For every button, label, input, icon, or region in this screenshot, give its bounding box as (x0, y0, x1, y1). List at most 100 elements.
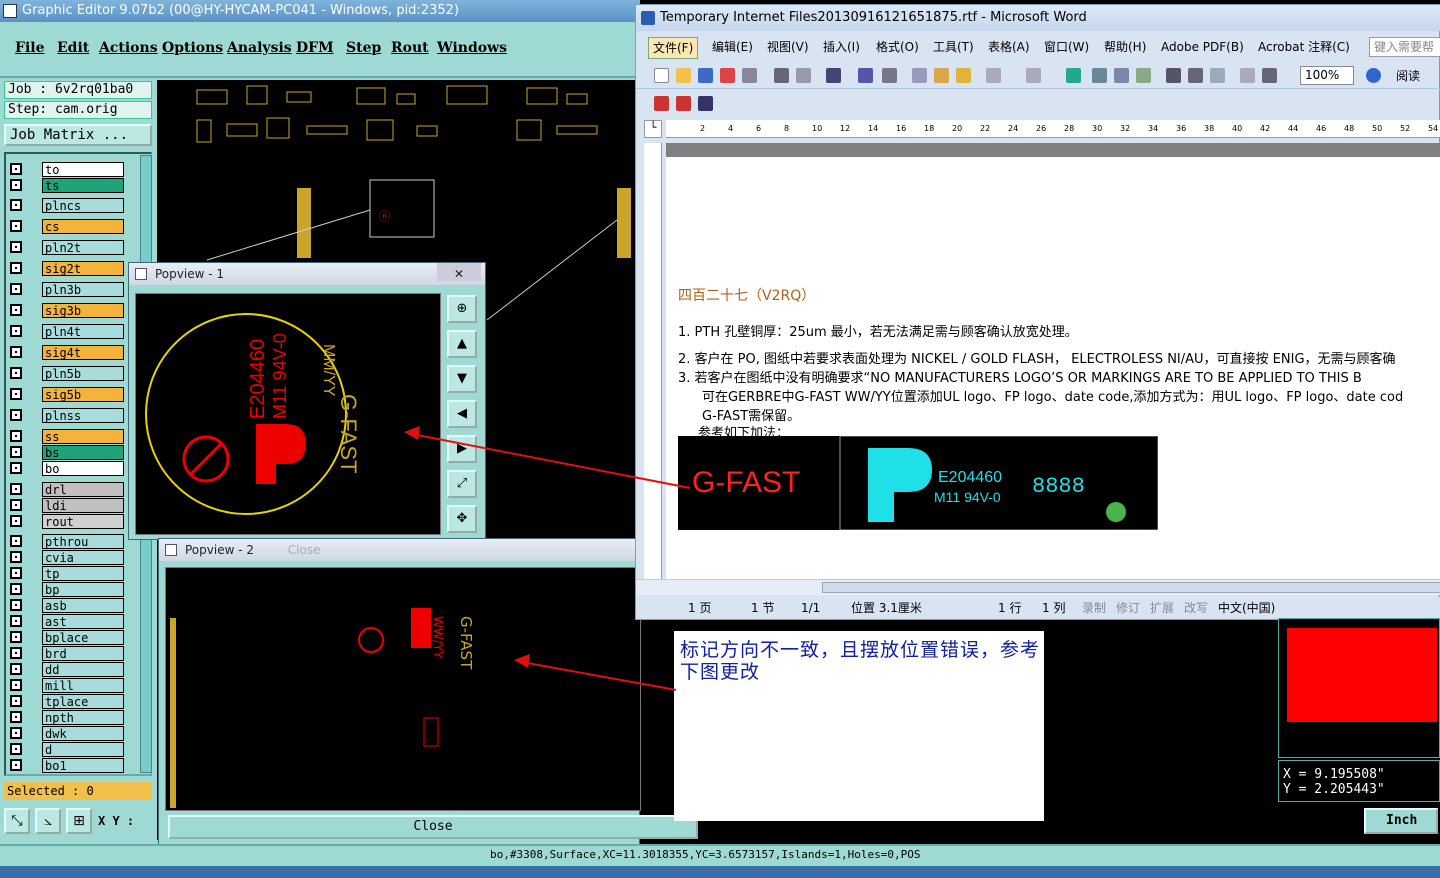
zoom-tool-button[interactable]: ⤡ (4, 808, 30, 834)
print-icon[interactable] (774, 68, 789, 83)
layer-checkbox[interactable] (10, 615, 22, 627)
layer-name[interactable]: drl (42, 482, 124, 497)
layer-row-ss[interactable]: ss (8, 429, 128, 444)
format-painter-icon[interactable] (956, 68, 971, 83)
reading-mode-button[interactable]: 阅读 (1396, 67, 1420, 84)
layer-checkbox[interactable] (10, 283, 22, 295)
layer-checkbox[interactable] (10, 388, 22, 400)
layer-row-sig5b[interactable]: sig5b (8, 387, 128, 402)
layer-row-tplace[interactable]: tplace (8, 694, 128, 709)
job-matrix-button[interactable]: Job Matrix ... (4, 124, 152, 146)
layer-name[interactable]: to (42, 162, 124, 177)
menu-actions-label[interactable]: Actions (99, 40, 158, 56)
layer-name[interactable]: sig2t (42, 261, 124, 276)
layer-name[interactable]: pln5b (42, 366, 124, 381)
new-icon[interactable] (654, 68, 669, 83)
menu-dfm-label[interactable]: DFM (296, 40, 334, 56)
menu-rout-label[interactable]: Rout (391, 40, 429, 56)
layer-row-tp[interactable]: tp (8, 566, 128, 581)
layer-checkbox[interactable] (10, 567, 22, 579)
layer-row-plncs[interactable]: plncs (8, 198, 128, 213)
layer-checkbox[interactable] (10, 499, 22, 511)
layer-row-pln5b[interactable]: pln5b (8, 366, 128, 381)
menu-analysis-label[interactable]: Analysis (227, 40, 292, 56)
layer-checkbox[interactable] (10, 759, 22, 771)
layer-name[interactable]: tplace (42, 694, 124, 709)
layer-name[interactable]: pln2t (42, 240, 124, 255)
layer-name[interactable]: cvia (42, 550, 124, 565)
layer-row-ts[interactable]: ts (8, 178, 128, 193)
status-extend[interactable]: 扩展 (1150, 597, 1174, 619)
layer-name[interactable]: mill (42, 678, 124, 693)
paste-icon[interactable] (934, 68, 949, 83)
word-help-search[interactable]: 键入需要帮助 (1369, 37, 1440, 57)
menu-rout[interactable]: Rout (391, 40, 429, 56)
layer-checkbox[interactable] (10, 631, 22, 643)
layer-checkbox[interactable] (10, 679, 22, 691)
layer-row-bs[interactable]: bs (8, 445, 128, 460)
zoom-select[interactable]: 100% (1300, 66, 1354, 85)
word-menu-table[interactable]: 表格(A) (988, 35, 1030, 59)
copy-icon[interactable] (912, 68, 927, 83)
tab-selector[interactable]: └ (644, 120, 662, 138)
status-record[interactable]: 录制 (1082, 597, 1106, 619)
layer-checkbox[interactable] (10, 727, 22, 739)
layer-row-cs[interactable]: cs (8, 219, 128, 234)
popview-1-close-icon[interactable]: ✕ (437, 263, 481, 281)
layer-checkbox[interactable] (10, 551, 22, 563)
layer-checkbox[interactable] (10, 663, 22, 675)
menu-file[interactable]: File (15, 40, 44, 56)
word-menu-adobe-pdf[interactable]: Adobe PDF(B) (1161, 35, 1244, 59)
permission-icon[interactable] (720, 68, 735, 83)
layer-checkbox[interactable] (10, 325, 22, 337)
layer-row-to[interactable]: to (8, 162, 128, 177)
layer-checkbox[interactable] (10, 199, 22, 211)
word-menu-edit[interactable]: 编辑(E) (712, 35, 753, 59)
measure-tool-button[interactable]: ⦣ (35, 808, 61, 834)
layer-row-dwk[interactable]: dwk (8, 726, 128, 741)
popview-2-canvas[interactable]: WW/YY G-FAST (165, 567, 641, 811)
layer-name[interactable]: rout (42, 514, 124, 529)
layer-row-bp[interactable]: bp (8, 582, 128, 597)
document-page[interactable]: 四百二十七（V2RQ） 1. PTH 孔壁铜厚：25um 最小，若无法满足需与顾… (666, 143, 1440, 579)
popview-zoom-out-button[interactable]: ✥ (447, 505, 477, 533)
redo-icon[interactable] (1026, 68, 1041, 83)
pdf-convert-icon[interactable] (654, 96, 669, 111)
layer-row-sig3b[interactable]: sig3b (8, 303, 128, 318)
menu-analysis[interactable]: Analysis (227, 40, 292, 56)
layer-row-plnss[interactable]: plnss (8, 408, 128, 423)
layer-name[interactable]: bo (42, 461, 124, 476)
layer-name[interactable]: plnss (42, 408, 124, 423)
layer-row-asb[interactable]: asb (8, 598, 128, 613)
layer-row-sig2t[interactable]: sig2t (8, 261, 128, 276)
document-map-icon[interactable] (1210, 68, 1225, 83)
menu-dfm[interactable]: DFM (296, 40, 334, 56)
layer-row-brd[interactable]: brd (8, 646, 128, 661)
save-icon[interactable] (698, 68, 713, 83)
units-select[interactable]: Inch (1364, 808, 1438, 834)
layer-name[interactable]: d (42, 742, 124, 757)
layer-row-pln3b[interactable]: pln3b (8, 282, 128, 297)
tables-borders-icon[interactable] (1092, 68, 1107, 83)
layer-row-sig4t[interactable]: sig4t (8, 345, 128, 360)
layer-checkbox[interactable] (10, 535, 22, 547)
layer-row-bo[interactable]: bo (8, 461, 128, 476)
layer-name[interactable]: asb (42, 598, 124, 613)
layer-checkbox[interactable] (10, 446, 22, 458)
layer-name[interactable]: pln3b (42, 282, 124, 297)
popview-pan-left-button[interactable]: ◀ (447, 400, 477, 428)
layer-row-ldi[interactable]: ldi (8, 498, 128, 513)
word-menu-acrobat[interactable]: Acrobat 注释(C) (1258, 35, 1350, 59)
layer-name[interactable]: bplace (42, 630, 124, 645)
layer-name[interactable]: cs (42, 219, 124, 234)
layer-checkbox[interactable] (10, 262, 22, 274)
horizontal-ruler[interactable]: 2 4 6 8 10 12 14 16 18 20 22 24 26 28 30 32 34 36 38 40 42 44… (666, 120, 1440, 138)
layer-name[interactable]: sig3b (42, 303, 124, 318)
research-icon[interactable] (858, 68, 873, 83)
layer-row-bplace[interactable]: bplace (8, 630, 128, 645)
layer-checkbox[interactable] (10, 743, 22, 755)
scroll-thumb[interactable] (822, 582, 1440, 593)
layer-checkbox[interactable] (10, 695, 22, 707)
layer-checkbox[interactable] (10, 241, 22, 253)
word-menu-help[interactable]: 帮助(H) (1104, 35, 1146, 59)
